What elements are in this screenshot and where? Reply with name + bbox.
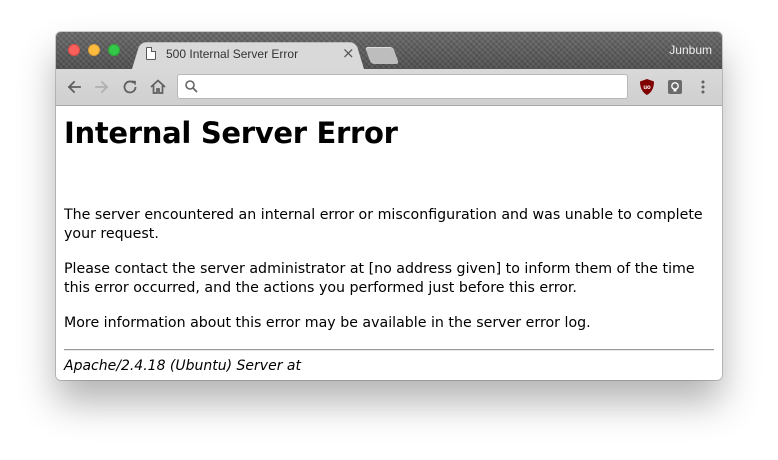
- back-button[interactable]: [64, 77, 84, 97]
- kebab-menu-icon: [701, 80, 705, 94]
- divider: [64, 349, 714, 351]
- reload-button[interactable]: [120, 77, 140, 97]
- ublock-extension-button[interactable]: uo: [638, 78, 656, 96]
- info-paragraph: More information about this error may be…: [64, 315, 591, 331]
- forward-button[interactable]: [92, 77, 112, 97]
- window-close-button[interactable]: [68, 44, 80, 56]
- home-button[interactable]: [148, 77, 168, 97]
- lightbulb-extension-button[interactable]: [666, 78, 684, 96]
- contact-paragraph: Please contact the server administrator …: [64, 261, 695, 296]
- tab-title: 500 Internal Server Error: [166, 47, 299, 61]
- svg-text:uo: uo: [643, 85, 651, 91]
- page-content: Internal Server Error The server encount…: [56, 106, 722, 380]
- search-icon: [185, 80, 198, 93]
- browser-toolbar: uo: [56, 69, 722, 106]
- active-tab[interactable]: 500 Internal Server Error ×: [144, 40, 355, 69]
- ublock-icon: uo: [640, 79, 654, 95]
- window-maximize-button[interactable]: [108, 44, 120, 56]
- address-input[interactable]: [206, 77, 616, 96]
- title-bar: 500 Internal Server Error × Junbum: [56, 32, 722, 69]
- arrow-right-icon: [95, 80, 109, 94]
- new-tab-button[interactable]: [364, 47, 400, 64]
- lightbulb-icon: [668, 80, 682, 94]
- profile-name[interactable]: Junbum: [669, 43, 712, 57]
- arrow-left-icon: [67, 80, 81, 94]
- omnibox[interactable]: [177, 74, 628, 99]
- home-icon: [150, 79, 166, 94]
- tab-close-icon[interactable]: ×: [342, 44, 355, 62]
- document-icon: [146, 46, 157, 60]
- reload-icon: [123, 80, 137, 94]
- browser-window: 500 Internal Server Error × Junbum uo In…: [56, 32, 722, 380]
- server-signature: Apache/2.4.18 (Ubuntu) Server at: [64, 358, 301, 374]
- browser-menu-button[interactable]: [694, 78, 712, 96]
- window-minimize-button[interactable]: [88, 44, 100, 56]
- page-heading: Internal Server Error: [64, 116, 398, 150]
- error-paragraph: The server encountered an internal error…: [64, 207, 703, 242]
